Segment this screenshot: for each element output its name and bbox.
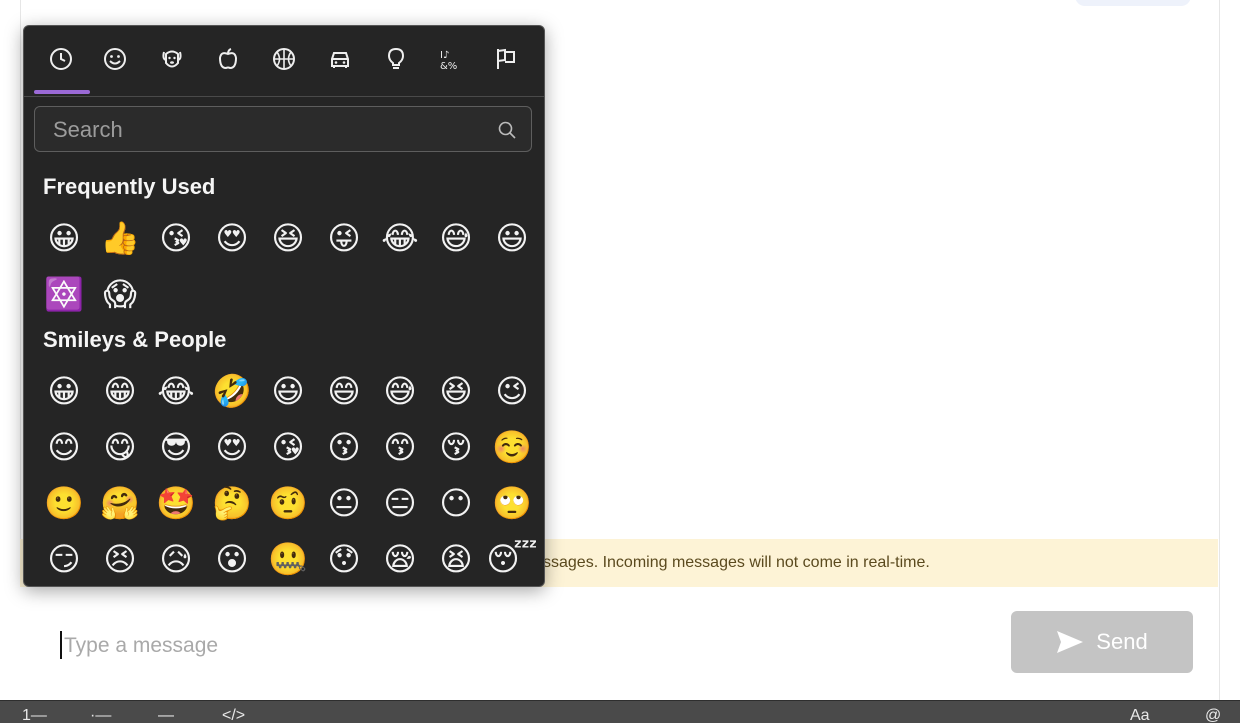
- emoji-button[interactable]: 😪: [372, 531, 428, 586]
- clock-icon[interactable]: [46, 44, 76, 74]
- emoji-button[interactable]: 🔯: [36, 266, 92, 322]
- emoji-button[interactable]: 🤐: [260, 531, 316, 586]
- active-category-indicator: [34, 90, 90, 94]
- smileys-people-grid: 😀 😁 😂 🤣 😃 😄 😅 😆 😉 😊 😋 😎 😍 😘 😗 😙 😚 ☺️ 🙂 🤗 🤩 🤔 🤨 😐 😑 😶 🙄 😏 😣 😥 😮 🤐 😯 😪 😫 😴: [36, 363, 538, 586]
- svg-text:&%: &%: [440, 61, 457, 72]
- emoji-button[interactable]: 😀: [36, 363, 92, 419]
- emoji-button[interactable]: 😃: [484, 210, 540, 266]
- emoji-button[interactable]: 😘: [148, 210, 204, 266]
- emoji-button[interactable]: 😂: [372, 210, 428, 266]
- text-style-button[interactable]: Aa: [1130, 707, 1150, 723]
- frequently-used-grid: 😀 👍 😘 😍 😆 😜 😂 😅 😃 🔯 😱: [36, 210, 536, 322]
- emoji-button[interactable]: 😄: [316, 363, 372, 419]
- smiley-icon[interactable]: [100, 44, 130, 74]
- svg-text:I♪: I♪: [440, 50, 449, 61]
- emoji-button[interactable]: 😯: [316, 531, 372, 586]
- emoji-button[interactable]: 😘: [260, 419, 316, 475]
- message-bubble-partial: [1075, 0, 1191, 6]
- search-icon: [498, 121, 516, 139]
- emoji-button[interactable]: 😍: [204, 419, 260, 475]
- send-icon: [1057, 631, 1084, 653]
- message-composer: Send: [20, 587, 1218, 700]
- apple-icon[interactable]: [213, 44, 243, 74]
- emoji-button[interactable]: 😀: [36, 210, 92, 266]
- emoji-button[interactable]: 😃: [260, 363, 316, 419]
- emoji-search-box: [34, 106, 532, 152]
- emoji-button[interactable]: 😊: [36, 419, 92, 475]
- emoji-button[interactable]: 😜: [316, 210, 372, 266]
- emoji-button[interactable]: 😅: [372, 363, 428, 419]
- emoji-button[interactable]: 😁: [92, 363, 148, 419]
- emoji-button[interactable]: 🙂: [36, 475, 92, 531]
- emoji-button[interactable]: 😆: [428, 363, 484, 419]
- numbered-list-button[interactable]: 1—: [22, 707, 47, 723]
- car-icon[interactable]: [325, 44, 355, 74]
- emoji-button[interactable]: 🤨: [260, 475, 316, 531]
- bullet-list-button[interactable]: ·—: [90, 707, 111, 723]
- category-bar: I♪ &%: [24, 26, 544, 97]
- section-title-frequently-used: Frequently Used: [43, 174, 216, 199]
- emoji-button[interactable]: 😋: [92, 419, 148, 475]
- emoji-button[interactable]: 😥: [148, 531, 204, 586]
- lightbulb-icon[interactable]: [381, 44, 411, 74]
- emoji-button[interactable]: 😮: [204, 531, 260, 586]
- section-title-smileys-people: Smileys & People: [43, 327, 227, 352]
- emoji-button[interactable]: 🤩: [148, 475, 204, 531]
- symbols-icon[interactable]: I♪ &%: [436, 44, 466, 74]
- mention-button[interactable]: @: [1205, 707, 1221, 723]
- emoji-button[interactable]: 😅: [428, 210, 484, 266]
- emoji-button[interactable]: 🤗: [92, 475, 148, 531]
- emoji-button[interactable]: 😙: [372, 419, 428, 475]
- code-button[interactable]: </>: [222, 707, 245, 723]
- emoji-search-input[interactable]: [51, 115, 485, 145]
- emoji-button[interactable]: 🙄: [484, 475, 540, 531]
- emoji-button[interactable]: ☺️: [484, 419, 540, 475]
- flags-icon[interactable]: [491, 44, 521, 74]
- basketball-icon[interactable]: [269, 44, 299, 74]
- divider-button[interactable]: —: [158, 707, 174, 723]
- send-label: Send: [1096, 629, 1148, 654]
- emoji-button[interactable]: 😱: [92, 266, 148, 322]
- emoji-button[interactable]: 😎: [148, 419, 204, 475]
- emoji-button[interactable]: 😐: [316, 475, 372, 531]
- formatting-toolbar: 1— ·— — </> Aa @: [0, 700, 1240, 723]
- emoji-button[interactable]: 🤣: [204, 363, 260, 419]
- emoji-button[interactable]: 😣: [92, 531, 148, 586]
- dog-icon[interactable]: [157, 44, 187, 74]
- message-input[interactable]: [62, 629, 666, 663]
- emoji-button[interactable]: 😉: [484, 363, 540, 419]
- emoji-button[interactable]: 😚: [428, 419, 484, 475]
- emoji-picker: I♪&% Frequently Used 😀👍😘😍😆😜😂😅😃🔯😱 Smileys…: [23, 25, 545, 587]
- emoji-button[interactable]: 😆: [260, 210, 316, 266]
- warning-text: ssages. Incoming messages will not come …: [543, 554, 930, 571]
- emoji-button[interactable]: 😗: [316, 419, 372, 475]
- emoji-button[interactable]: 😑: [372, 475, 428, 531]
- emoji-button[interactable]: 😴: [484, 531, 540, 586]
- send-button[interactable]: Send: [1011, 611, 1193, 673]
- emoji-button[interactable]: 😫: [428, 531, 484, 586]
- emoji-button[interactable]: 😶: [428, 475, 484, 531]
- emoji-button[interactable]: 😍: [204, 210, 260, 266]
- emoji-button[interactable]: 🤔: [204, 475, 260, 531]
- emoji-button[interactable]: 😂: [148, 363, 204, 419]
- emoji-button[interactable]: 👍: [92, 210, 148, 266]
- emoji-button[interactable]: 😏: [36, 531, 92, 586]
